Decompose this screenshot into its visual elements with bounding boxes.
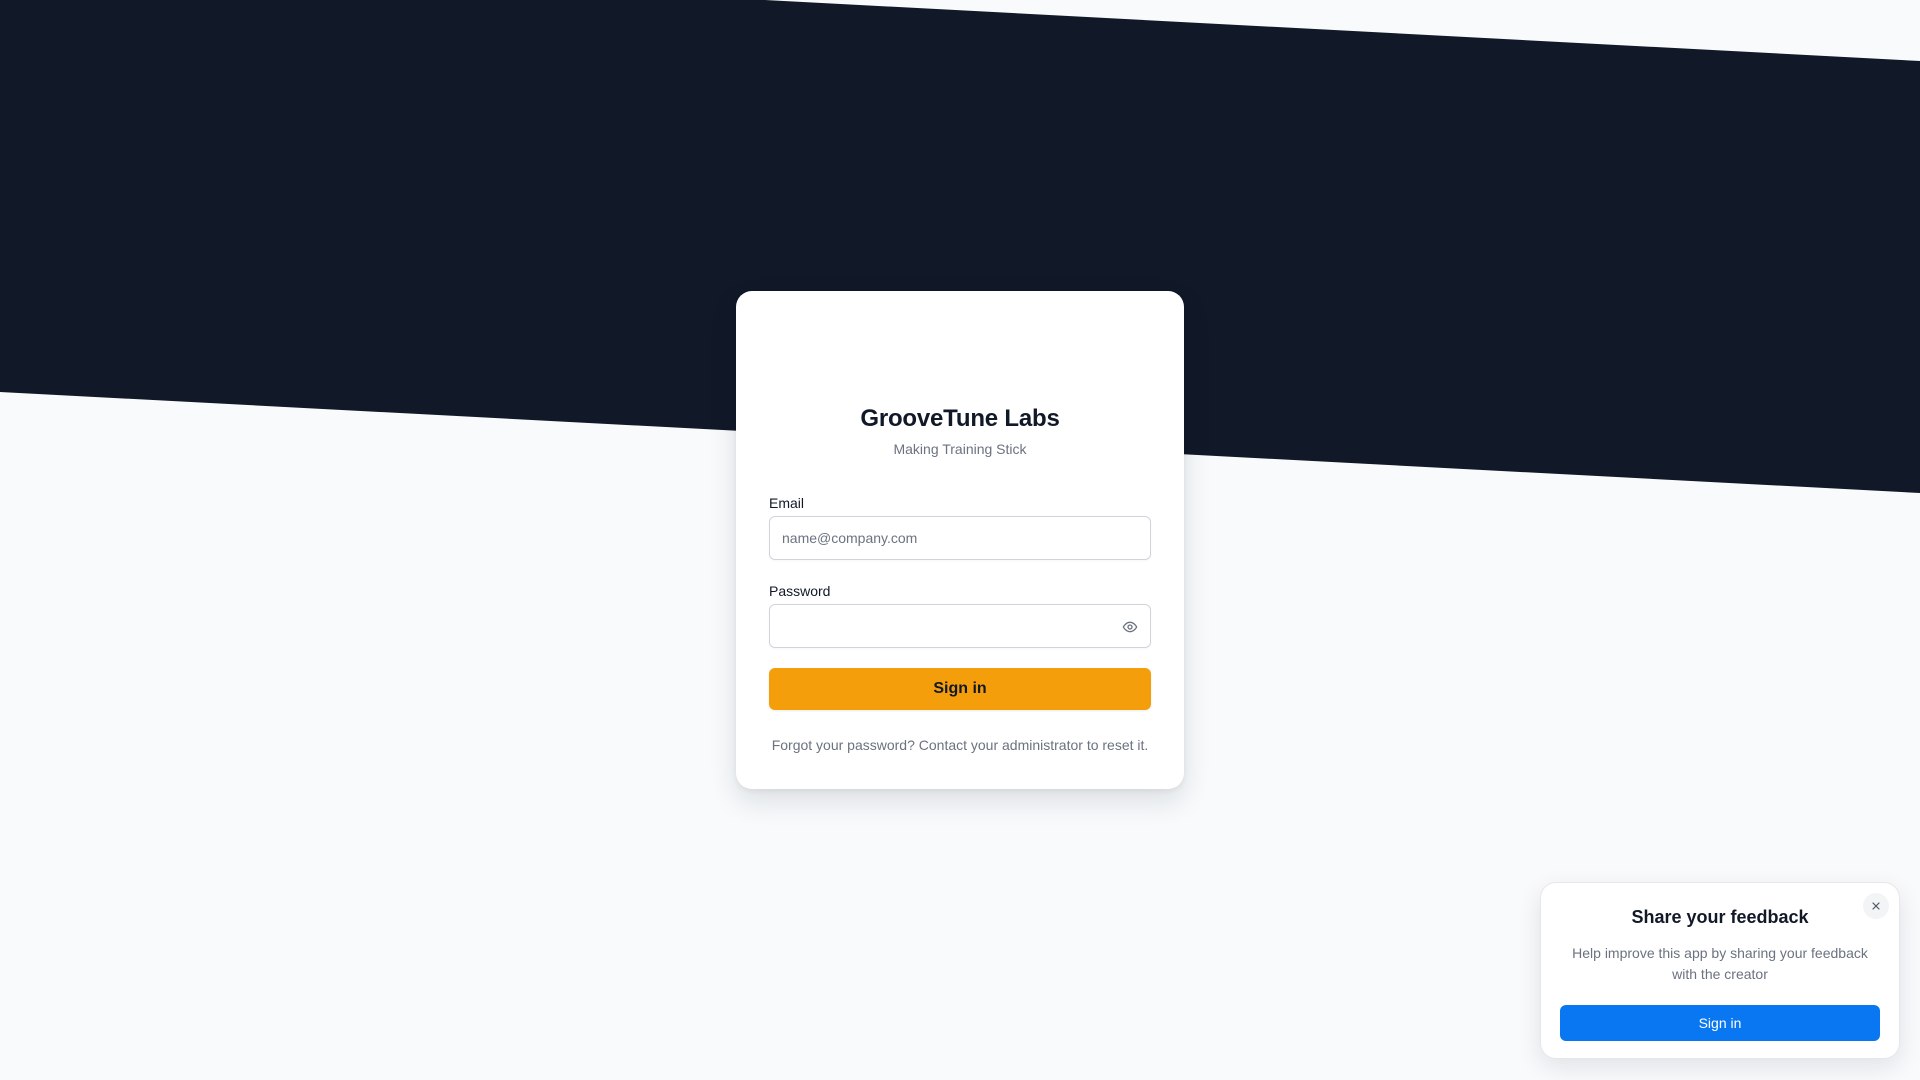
feedback-sign-in-button[interactable]: Sign in (1560, 1005, 1880, 1041)
feedback-title: Share your feedback (1631, 907, 1809, 927)
show-password-toggle[interactable] (1120, 617, 1140, 637)
feedback-description: Help improve this app by sharing your fe… (1572, 945, 1868, 982)
email-label: Email (769, 495, 805, 511)
brand-tagline: Making Training Stick (893, 441, 1027, 457)
eye-icon (1122, 621, 1138, 633)
email-field-wrapper (769, 516, 1151, 560)
password-field-wrapper (769, 604, 1151, 648)
login-card: GrooveTune Labs Making Training Stick Em… (736, 291, 1184, 789)
sign-in-button[interactable]: Sign in (769, 668, 1151, 710)
email-input[interactable] (770, 517, 1150, 559)
forgot-password-text: Forgot your password? Contact your admin… (771, 737, 1149, 753)
password-label: Password (769, 583, 831, 599)
brand-title: GrooveTune Labs (860, 405, 1060, 432)
feedback-popup: Share your feedback Help improve this ap… (1540, 882, 1900, 1059)
password-input[interactable] (770, 605, 1150, 647)
